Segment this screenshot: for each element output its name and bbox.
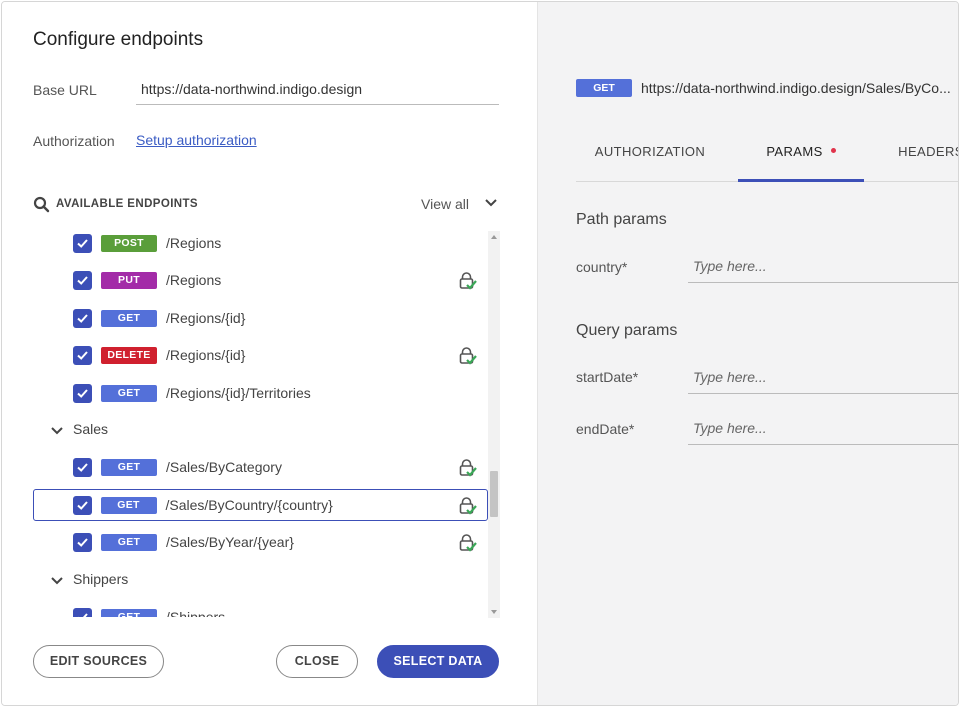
setup-authorization-link[interactable]: Setup authorization [136, 132, 257, 148]
checkmark-icon [77, 276, 88, 285]
checkmark-icon [77, 538, 88, 547]
edit-sources-button[interactable]: EDIT SOURCES [33, 645, 164, 678]
param-label-country: country* [576, 259, 628, 275]
dialog-title: Configure endpoints [33, 29, 204, 50]
endpoint-path: /Regions/{id} [166, 310, 246, 326]
endpoint-group-label: Sales [73, 421, 109, 437]
chevron-down-icon[interactable] [483, 194, 499, 210]
lock-check-icon [459, 496, 477, 515]
endpoint-path: /Regions/{id}/Territories [166, 385, 311, 401]
base-url-input[interactable]: https://data-northwind.indigo.design [136, 74, 499, 105]
endpoint-checkbox[interactable] [73, 346, 92, 365]
method-badge: GET [101, 310, 157, 327]
endpoint-checkbox[interactable] [72, 495, 92, 515]
endpoint-row[interactable]: GET/Sales/ByYear/{year} [33, 526, 488, 558]
endpoint-row[interactable]: GET/Regions/{id}/Territories [33, 377, 488, 409]
endpoint-path: /Sales/ByYear/{year} [166, 534, 294, 550]
endpoint-row[interactable]: GET/Sales/ByCountry/{country} [33, 489, 488, 521]
country-input[interactable]: Type here... [688, 251, 958, 283]
close-button[interactable]: CLOSE [276, 645, 358, 678]
method-badge: GET [576, 79, 632, 97]
chevron-down-icon[interactable] [49, 572, 65, 588]
endpoint-checkbox[interactable] [73, 309, 92, 328]
checkmark-icon [77, 389, 88, 398]
endpoint-group-shippers[interactable]: Shippers [49, 568, 249, 592]
method-badge: PUT [101, 272, 157, 289]
endpoint-row[interactable]: PUT/Regions [33, 264, 488, 296]
endpoint-path: /Regions/{id} [166, 347, 246, 363]
endpoint-path: /Sales/ByCategory [166, 459, 282, 475]
view-all-dropdown[interactable]: View all [421, 196, 469, 212]
endpoint-url: https://data-northwind.indigo.design/Sal… [641, 80, 951, 96]
unsaved-indicator-dot [830, 148, 836, 153]
endpoint-detail-panel: GET https://data-northwind.indigo.design… [537, 2, 958, 705]
endpoint-row[interactable]: POST/Regions [33, 227, 488, 259]
method-badge: GET [101, 385, 157, 402]
authorization-label: Authorization [33, 133, 115, 149]
checkmark-icon [78, 613, 88, 617]
query-params-title: Query params [576, 322, 678, 339]
chevron-down-icon[interactable] [49, 422, 65, 438]
method-badge: GET [101, 534, 157, 551]
endpoint-path: /Shippers [166, 609, 226, 617]
endpoint-path: /Regions [166, 272, 222, 288]
endpoint-group-sales[interactable]: Sales [49, 418, 249, 442]
endpoint-checkbox[interactable] [73, 384, 92, 403]
scroll-up-arrow-icon[interactable] [491, 235, 497, 239]
tab-params[interactable]: PARAMS [738, 126, 864, 182]
method-badge: DELETE [101, 347, 157, 364]
endpoint-list-scrollbar[interactable] [488, 231, 500, 618]
method-badge: POST [101, 235, 157, 252]
checkmark-icon [77, 239, 88, 248]
endpoint-list: POST/Regions PUT/Regions GET/Regions/{id} D… [33, 227, 500, 617]
method-badge: GET [101, 609, 157, 617]
lock-check-icon [459, 459, 477, 477]
endpoint-row[interactable]: GET/Sales/ByCategory [33, 451, 488, 483]
endpoint-row[interactable]: GET/Regions/{id} [33, 302, 488, 334]
endpoints-title: AVAILABLE ENDPOINTS [56, 198, 198, 210]
left-panel: Configure endpoints Base URL https://dat… [2, 2, 537, 705]
lock-check-icon [459, 534, 477, 552]
checkmark-icon [77, 314, 88, 323]
endpoint-checkbox[interactable] [73, 608, 92, 617]
endpoint-checkbox[interactable] [73, 271, 92, 290]
path-params-title: Path params [576, 211, 667, 228]
checkmark-icon [76, 500, 88, 510]
endpoint-group-label: Shippers [73, 571, 129, 587]
endpoint-checkbox[interactable] [73, 458, 92, 477]
lock-check-icon [459, 347, 477, 365]
checkmark-icon [77, 463, 88, 472]
param-label-enddate: endDate* [576, 421, 635, 437]
select-data-button[interactable]: SELECT DATA [377, 645, 499, 678]
tab-headers[interactable]: HEADERS [876, 126, 958, 182]
checkmark-icon [77, 351, 88, 360]
startdate-input[interactable]: Type here... [688, 362, 958, 394]
scroll-down-arrow-icon[interactable] [491, 610, 497, 614]
enddate-input[interactable]: Type here... [688, 413, 958, 445]
endpoints-header: AVAILABLE ENDPOINTS View all [33, 195, 499, 215]
configure-endpoints-dialog: Configure endpoints Base URL https://dat… [1, 1, 959, 706]
method-badge: GET [101, 459, 157, 476]
endpoint-path: /Regions [166, 235, 222, 251]
lock-check-icon [459, 272, 477, 290]
param-label-startdate: startDate* [576, 369, 639, 385]
method-badge: GET [100, 496, 157, 514]
endpoint-path: /Sales/ByCountry/{country} [165, 496, 333, 513]
search-icon[interactable] [33, 196, 51, 214]
endpoint-row[interactable]: GET/Shippers [33, 601, 488, 617]
endpoint-row[interactable]: DELETE/Regions/{id} [33, 339, 488, 371]
detail-tabs: AUTHORIZATION PARAMS HEADERS [576, 126, 958, 182]
base-url-label: Base URL [33, 82, 97, 98]
endpoint-checkbox[interactable] [73, 533, 92, 552]
tab-authorization[interactable]: AUTHORIZATION [576, 126, 724, 182]
scrollbar-thumb[interactable] [490, 471, 498, 517]
endpoint-checkbox[interactable] [73, 234, 92, 253]
